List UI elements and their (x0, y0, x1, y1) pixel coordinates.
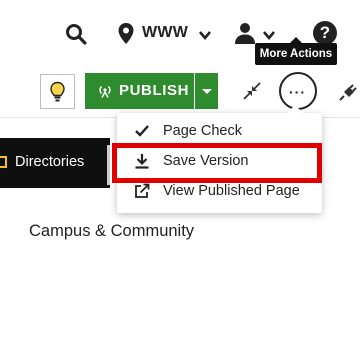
plug-icon[interactable] (338, 83, 358, 103)
publish-label: PUBLISH (119, 82, 190, 99)
editor-toolbar: PUBLISH ··· (0, 60, 360, 118)
search-icon[interactable] (65, 23, 87, 45)
more-actions-tooltip: More Actions (255, 37, 337, 65)
lightbulb-icon (50, 81, 65, 102)
help-icon[interactable]: ? (313, 21, 337, 45)
menu-item-view-published-page[interactable]: View Published Page (117, 176, 322, 206)
site-selector-label[interactable]: WWW (142, 24, 188, 42)
nav-divider (107, 145, 110, 185)
tips-button[interactable] (40, 74, 75, 109)
chevron-down-icon[interactable] (198, 28, 212, 42)
menu-item-label: View Published Page (163, 183, 300, 199)
page-heading: Campus & Community (29, 222, 195, 240)
menu-item-save-version[interactable]: Save Version (117, 146, 322, 176)
checkmark-icon (135, 125, 149, 137)
directory-icon (0, 156, 7, 168)
collapse-arrows-icon[interactable] (243, 82, 261, 100)
download-icon (135, 154, 149, 169)
menu-item-label: Save Version (163, 153, 249, 169)
external-link-icon (135, 183, 150, 198)
nav-item-directories[interactable]: Directories (15, 154, 84, 170)
chevron-down-icon[interactable] (262, 28, 276, 42)
location-pin-icon[interactable] (117, 22, 135, 46)
more-actions-menu: Page Check Save Version View Published P… (117, 105, 322, 213)
broadcast-icon (99, 85, 111, 98)
publish-options-caret-button[interactable] (195, 73, 218, 109)
ellipsis-icon: ··· (289, 84, 306, 100)
site-nav-bar: Directories (0, 138, 110, 188)
publish-button[interactable]: PUBLISH (85, 73, 194, 109)
menu-item-label: Page Check (163, 123, 242, 139)
user-icon[interactable] (234, 22, 256, 44)
menu-item-page-check[interactable]: Page Check (117, 116, 322, 146)
